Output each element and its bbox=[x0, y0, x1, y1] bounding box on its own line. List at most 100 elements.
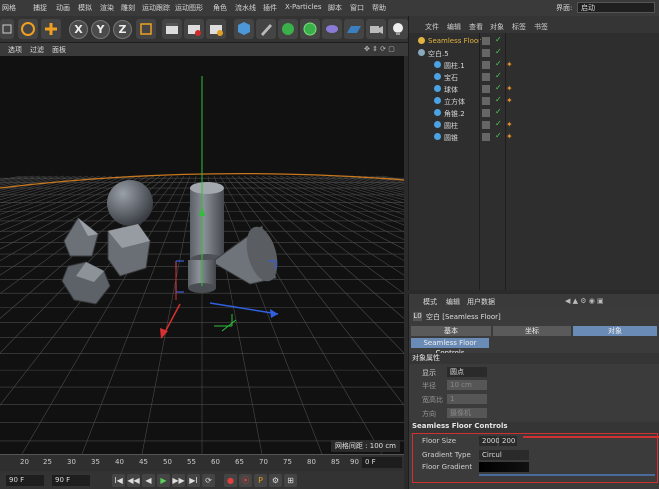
layer-flag[interactable] bbox=[482, 97, 490, 105]
layer-flag[interactable] bbox=[482, 133, 490, 141]
object-row[interactable]: 角锥.2 ✓ bbox=[409, 107, 659, 119]
menu-item-render[interactable]: 渲染 bbox=[100, 3, 114, 13]
enabled-check-icon[interactable]: ✓ bbox=[495, 131, 502, 140]
object-row[interactable]: Seamless Floor ✓ bbox=[409, 35, 659, 47]
z-axis-button[interactable]: Z bbox=[113, 20, 132, 39]
enabled-check-icon[interactable]: ✓ bbox=[495, 95, 502, 104]
deformer-icon[interactable] bbox=[322, 19, 342, 39]
tab-seamless-floor-controls[interactable]: Seamless Floor Controls bbox=[411, 338, 489, 357]
step-back-button[interactable]: ◀ bbox=[142, 474, 155, 487]
layer-flag[interactable] bbox=[482, 61, 490, 69]
tab-coord[interactable]: 坐标 bbox=[493, 326, 571, 336]
layout-select[interactable]: 启动 bbox=[577, 2, 655, 13]
aspect-field[interactable]: 1 bbox=[447, 394, 487, 404]
menu-item-mesh[interactable]: 网格 bbox=[2, 3, 16, 13]
menu-item-script[interactable]: 脚本 bbox=[328, 3, 342, 13]
menu-item-window[interactable]: 窗口 bbox=[350, 3, 364, 13]
radius-field[interactable]: 10 cm bbox=[447, 380, 487, 390]
object-row[interactable]: 圆柱 ✓ ✦ bbox=[409, 119, 659, 131]
object-tag-icon[interactable]: ✦ bbox=[506, 120, 513, 129]
om-menu-view[interactable]: 查看 bbox=[469, 22, 483, 32]
om-menu-bookmark[interactable]: 书签 bbox=[534, 22, 548, 32]
enabled-check-icon[interactable]: ✓ bbox=[495, 71, 502, 80]
viewport-menu-panel[interactable]: 面板 bbox=[52, 45, 66, 55]
y-axis-button[interactable]: Y bbox=[91, 20, 110, 39]
render-view-icon[interactable] bbox=[162, 19, 182, 39]
enabled-check-icon[interactable]: ✓ bbox=[495, 35, 502, 44]
layer-flag[interactable] bbox=[482, 73, 490, 81]
am-menu-mode[interactable]: 模式 bbox=[423, 297, 437, 307]
move-tool-icon[interactable] bbox=[0, 19, 14, 39]
viewport-menu-filter[interactable]: 过滤 bbox=[30, 45, 44, 55]
viewport-menu-options[interactable]: 选项 bbox=[8, 45, 22, 55]
current-frame-field[interactable]: 0 F bbox=[362, 457, 402, 468]
enabled-check-icon[interactable]: ✓ bbox=[495, 107, 502, 116]
x-axis-button[interactable]: X bbox=[69, 20, 88, 39]
om-menu-file[interactable]: 文件 bbox=[425, 22, 439, 32]
object-row[interactable]: 圆锥 ✓ ✦ bbox=[409, 131, 659, 143]
tab-object[interactable]: 对象 bbox=[573, 326, 657, 336]
layer-flag[interactable] bbox=[482, 109, 490, 117]
end-frame-field[interactable]: 90 F bbox=[52, 475, 90, 486]
am-nav-icons[interactable]: ◀ ▲ ⚙ ◉ ▣ bbox=[565, 297, 604, 305]
floor-icon[interactable] bbox=[344, 19, 364, 39]
keyframe-selection-button[interactable]: P bbox=[254, 474, 267, 487]
om-menu-edit[interactable]: 编辑 bbox=[447, 22, 461, 32]
loop-button[interactable]: ⟳ bbox=[202, 474, 215, 487]
start-frame-field[interactable]: 90 F bbox=[6, 475, 44, 486]
object-row[interactable]: 球体 ✓ ✦ bbox=[409, 83, 659, 95]
om-menu-object[interactable]: 对象 bbox=[490, 22, 504, 32]
object-row[interactable]: 宝石 ✓ bbox=[409, 71, 659, 83]
menu-item-simulate[interactable]: 模拟 bbox=[78, 3, 92, 13]
object-tag-icon[interactable]: ✦ bbox=[506, 132, 513, 141]
menu-item-mograph[interactable]: 运动图形 bbox=[175, 3, 203, 13]
object-tag-icon[interactable]: ✦ bbox=[506, 60, 513, 69]
menu-item-plugins[interactable]: 插件 bbox=[263, 3, 277, 13]
viewport-nav-icon[interactable]: ✥ ⇕ ⟳ ▢ bbox=[364, 45, 395, 53]
object-row[interactable]: 空白.5 ✓ bbox=[409, 47, 659, 59]
object-row[interactable]: 圆柱.1 ✓ ✦ bbox=[409, 59, 659, 71]
object-tag-icon[interactable]: ✦ bbox=[506, 84, 513, 93]
previous-key-button[interactable]: ◀◀ bbox=[127, 474, 140, 487]
enabled-check-icon[interactable]: ✓ bbox=[495, 119, 502, 128]
menu-item-character[interactable]: 角色 bbox=[213, 3, 227, 13]
menu-item-animate[interactable]: 动画 bbox=[56, 3, 70, 13]
orientation-select[interactable]: 摄像机 bbox=[447, 408, 487, 418]
add-tool-icon[interactable] bbox=[41, 19, 61, 39]
menu-item-help[interactable]: 帮助 bbox=[372, 3, 386, 13]
enabled-check-icon[interactable]: ✓ bbox=[495, 59, 502, 68]
om-menu-tag[interactable]: 标签 bbox=[512, 22, 526, 32]
am-menu-edit[interactable]: 编辑 bbox=[446, 297, 460, 307]
object-tag-icon[interactable]: ✦ bbox=[506, 96, 513, 105]
layer-flag[interactable] bbox=[482, 37, 490, 45]
layer-flag[interactable] bbox=[482, 49, 490, 57]
tab-basic[interactable]: 基本 bbox=[411, 326, 491, 336]
menu-item-pipeline[interactable]: 流水线 bbox=[235, 3, 256, 13]
menu-item-motion-tracking[interactable]: 运动跟踪 bbox=[142, 3, 170, 13]
timeline-ruler[interactable]: 20 25 30 35 40 45 50 55 60 65 70 75 80 8… bbox=[0, 454, 404, 471]
menu-item-xparticles[interactable]: X-Particles bbox=[285, 3, 321, 11]
go-to-start-button[interactable]: I◀ bbox=[112, 474, 125, 487]
enabled-check-icon[interactable]: ✓ bbox=[495, 47, 502, 56]
auto-key-button[interactable]: ⦿ bbox=[239, 474, 252, 487]
menu-item-snap[interactable]: 捕捉 bbox=[33, 3, 47, 13]
light-icon[interactable] bbox=[388, 19, 408, 39]
menu-item-sculpt[interactable]: 雕刻 bbox=[121, 3, 135, 13]
pen-icon[interactable] bbox=[256, 19, 276, 39]
next-key-button[interactable]: ▶▶ bbox=[172, 474, 185, 487]
key-settings-button[interactable]: ⚙ bbox=[269, 474, 282, 487]
record-button[interactable]: ● bbox=[224, 474, 237, 487]
play-button[interactable]: ▶ bbox=[157, 474, 170, 487]
cloner-icon[interactable] bbox=[300, 19, 320, 39]
3d-viewport[interactable]: 网格间距 : 100 cm bbox=[0, 56, 404, 454]
render-settings-icon[interactable] bbox=[206, 19, 226, 39]
subdivision-icon[interactable] bbox=[278, 19, 298, 39]
display-select[interactable]: 圆点 bbox=[447, 367, 487, 377]
go-to-end-button[interactable]: ▶I bbox=[187, 474, 200, 487]
coordinate-system-icon[interactable] bbox=[136, 19, 156, 39]
cube-icon[interactable] bbox=[234, 19, 254, 39]
am-menu-userdata[interactable]: 用户数据 bbox=[467, 297, 495, 307]
timeline-menu-button[interactable]: ⊞ bbox=[284, 474, 297, 487]
camera-icon[interactable] bbox=[366, 19, 386, 39]
layer-flag[interactable] bbox=[482, 85, 490, 93]
